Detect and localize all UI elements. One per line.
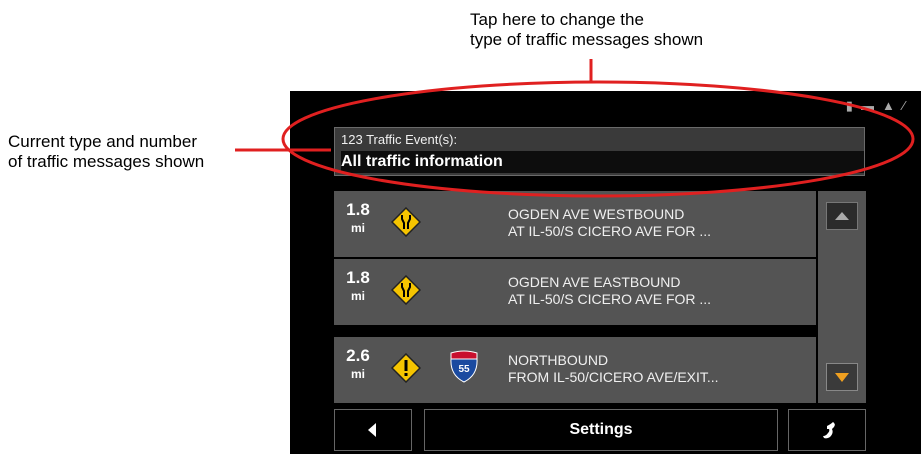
highlight-ellipse — [281, 80, 915, 198]
annotation-overlay — [235, 59, 915, 198]
